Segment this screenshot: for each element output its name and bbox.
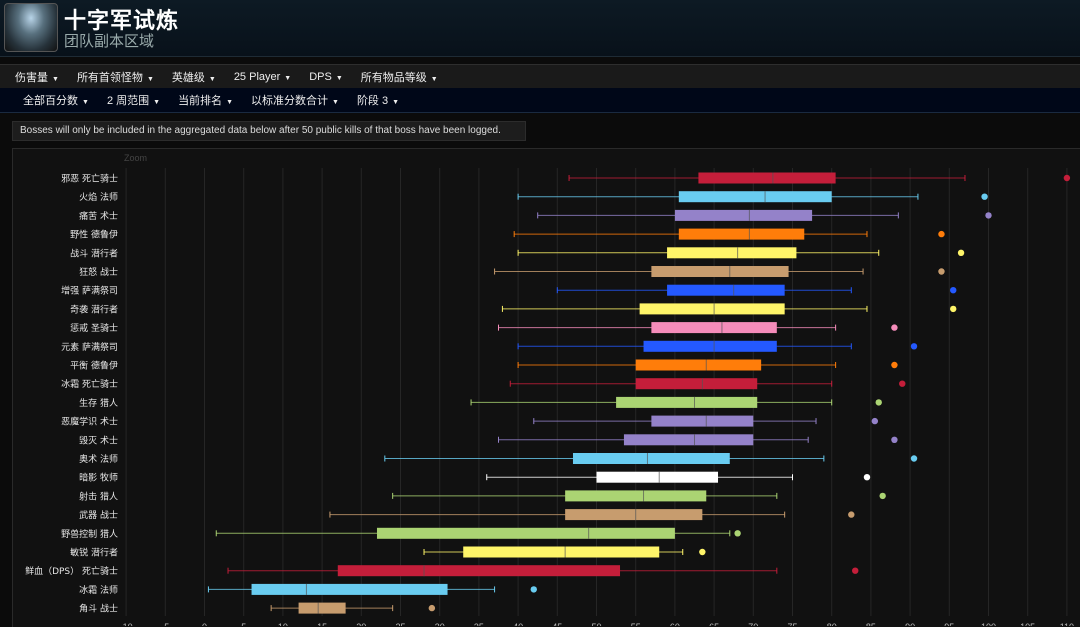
category-label: 角斗 战士 — [79, 603, 118, 615]
outlier-point — [981, 193, 988, 200]
iqr-box — [623, 434, 754, 446]
x-tick-label: 80 — [827, 622, 837, 626]
iqr-box — [643, 340, 777, 352]
x-tick-label: 90 — [905, 622, 915, 626]
x-tick-label: 95 — [944, 622, 954, 626]
x-tick-label: -5 — [161, 622, 169, 626]
category-label: 野兽控制 猎人 — [61, 528, 118, 540]
x-tick-label: 40 — [513, 622, 523, 626]
outlier-point — [950, 287, 957, 294]
category-label: 毁灭 术士 — [79, 434, 118, 446]
category-label: 元素 萨满祭司 — [61, 341, 118, 353]
outlier-point — [957, 249, 965, 256]
iqr-box — [667, 247, 797, 259]
category-label: 野性 德鲁伊 — [70, 229, 118, 241]
outlier-point — [879, 492, 886, 500]
outlier-point — [891, 324, 898, 331]
iqr-box — [667, 284, 785, 296]
outlier-point — [871, 417, 879, 425]
x-tick-label: -10 — [120, 622, 133, 626]
outlier-point — [699, 548, 706, 556]
boxplot-chart: -10 -5 0 5 10 15 20 25 30 35 40 45 50 55 60 65 70 75 80 85 9… — [25, 168, 1074, 626]
outlier-point — [985, 212, 992, 219]
iqr-box — [651, 415, 754, 427]
category-label: 火焰 法师 — [79, 191, 118, 203]
iqr-box — [639, 303, 785, 315]
outlier-point — [530, 586, 537, 593]
iqr-box — [698, 172, 836, 184]
x-tick-label: 50 — [591, 622, 601, 626]
outlier-point — [938, 268, 945, 275]
x-tick-label: 0 — [202, 622, 207, 626]
iqr-box — [674, 209, 813, 221]
iqr-box — [463, 546, 660, 558]
outlier-point — [910, 343, 918, 350]
iqr-box — [651, 322, 777, 334]
category-label: 生存 猎人 — [79, 397, 118, 409]
outlier-point — [950, 305, 957, 313]
iqr-box — [298, 602, 346, 614]
iqr-box — [616, 396, 758, 408]
x-tick-label: 55 — [631, 622, 641, 626]
x-tick-label: 20 — [356, 622, 366, 626]
category-label: 奇袭 潜行者 — [70, 303, 118, 315]
x-tick-label: 15 — [317, 622, 327, 626]
x-tick-label: 65 — [709, 622, 719, 626]
x-tick-label: 70 — [748, 622, 758, 626]
x-tick-label: 10 — [278, 622, 288, 626]
category-label: 痛苦 术士 — [79, 210, 118, 222]
x-tick-label: 75 — [787, 622, 797, 626]
outlier-point — [734, 530, 741, 537]
x-tick-label: 110 — [1060, 622, 1074, 626]
category-label: 恶魔学识 术士 — [61, 416, 118, 428]
iqr-box — [565, 490, 707, 502]
x-tick-label: 45 — [552, 622, 562, 626]
x-tick-label: 105 — [1020, 622, 1035, 626]
category-label: 狂怒 战士 — [79, 266, 118, 278]
category-label: 惩戒 圣骑士 — [70, 322, 118, 334]
x-tick-label: 5 — [241, 622, 246, 626]
iqr-box — [337, 565, 621, 577]
x-tick-label: 35 — [474, 622, 484, 626]
category-label: 冰霜 法师 — [79, 584, 118, 596]
category-label: 暗影 牧师 — [79, 472, 118, 484]
x-tick-label: 30 — [435, 622, 445, 626]
outlier-point — [910, 455, 918, 462]
category-label: 武器 战士 — [79, 509, 118, 521]
x-tick-label: 25 — [395, 622, 405, 626]
iqr-box — [651, 266, 789, 277]
outlier-point — [891, 361, 898, 369]
iqr-box — [596, 471, 719, 483]
category-label: 鲜血（DPS） 死亡骑士 — [25, 565, 118, 577]
category-label: 敏锐 潜行者 — [70, 547, 118, 559]
outlier-point — [848, 511, 855, 518]
outlier-point — [1063, 174, 1071, 182]
outlier-point — [938, 230, 945, 238]
category-label: 平衡 德鲁伊 — [70, 360, 118, 372]
iqr-box — [565, 509, 703, 521]
iqr-box — [635, 378, 758, 390]
iqr-box — [251, 583, 448, 595]
x-tick-label: 60 — [670, 622, 680, 626]
category-label: 奥术 法师 — [79, 453, 118, 465]
category-label: 射击 猎人 — [79, 490, 118, 502]
outlier-point — [852, 567, 859, 574]
x-tick-label: 100 — [981, 622, 996, 626]
iqr-box — [635, 359, 762, 371]
category-label: 冰霜 死亡骑士 — [61, 378, 118, 390]
outlier-point — [899, 380, 906, 387]
iqr-box — [678, 228, 805, 240]
iqr-box — [572, 453, 730, 464]
outlier-point — [891, 436, 898, 443]
outlier-point — [875, 399, 882, 406]
x-tick-label: 85 — [866, 622, 876, 626]
iqr-box — [678, 191, 832, 203]
outlier-point — [428, 604, 436, 612]
category-label: 增强 萨满祭司 — [61, 285, 118, 297]
outlier-point — [863, 474, 871, 481]
category-label: 邪恶 死亡骑士 — [61, 173, 118, 185]
category-label: 战斗 潜行者 — [70, 247, 118, 259]
iqr-box — [376, 527, 675, 539]
